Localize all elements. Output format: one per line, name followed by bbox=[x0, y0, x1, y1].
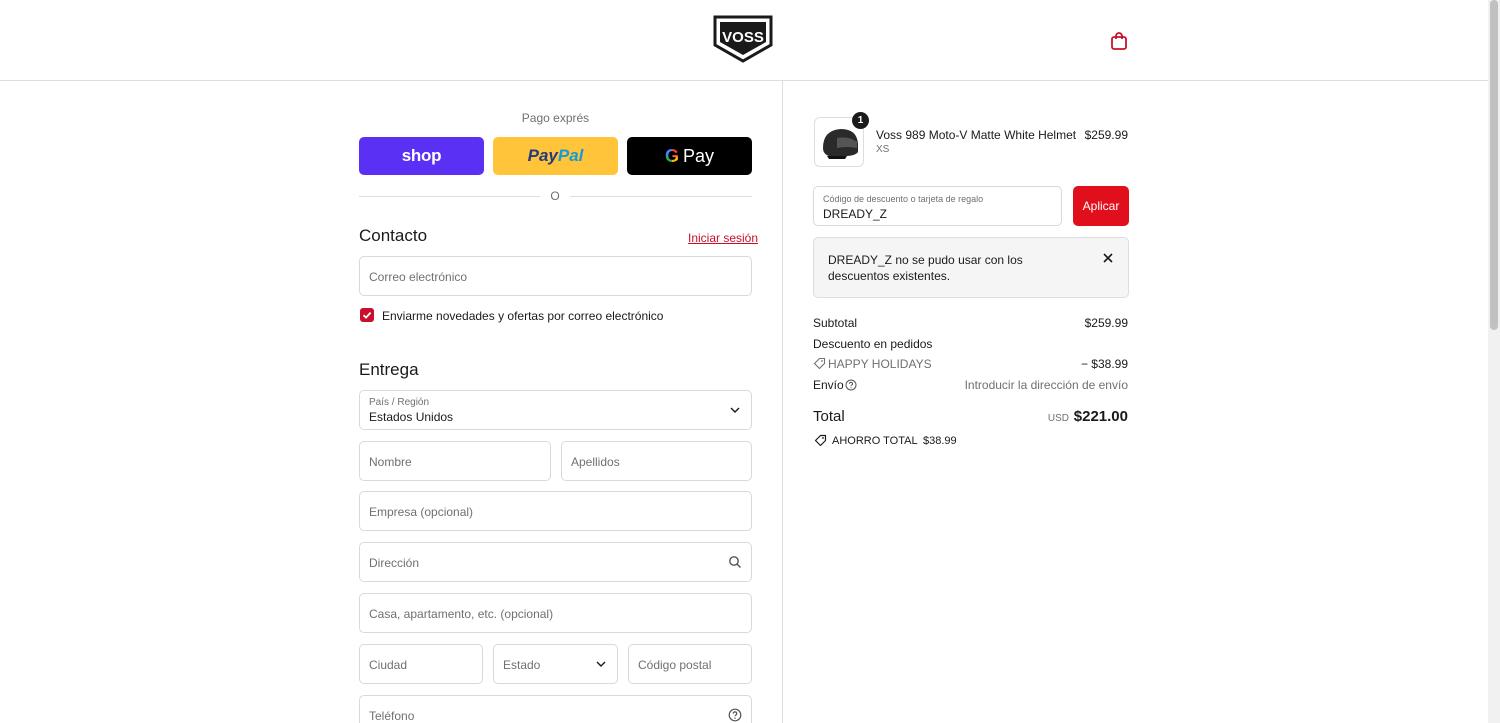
total-label: Total bbox=[813, 408, 845, 425]
country-select[interactable]: País / Región Estados Unidos bbox=[359, 390, 752, 430]
checkmark-icon bbox=[362, 311, 372, 319]
total-savings-label: AHORRO TOTAL bbox=[832, 435, 918, 447]
total-value: $221.00 bbox=[1073, 408, 1128, 425]
zip-field[interactable]: Código postal bbox=[628, 644, 752, 684]
email-placeholder: Correo electrónico bbox=[369, 270, 468, 284]
product-name: Voss 989 Moto-V Matte White Helmet bbox=[876, 128, 1077, 142]
scrollbar-thumb[interactable] bbox=[1490, 0, 1498, 330]
first-name-placeholder: Nombre bbox=[369, 455, 412, 469]
search-icon[interactable] bbox=[728, 555, 742, 569]
divider-or: O bbox=[550, 189, 560, 203]
voss-logo[interactable]: VOSS bbox=[713, 15, 773, 63]
express-checkout-title: Pago exprés bbox=[521, 111, 590, 125]
paypal-label-pay: Pay bbox=[527, 146, 558, 165]
google-g-icon: G bbox=[664, 145, 679, 166]
apply-button[interactable]: Aplicar bbox=[1073, 186, 1129, 226]
close-icon[interactable] bbox=[1102, 252, 1114, 264]
subtotal-value: $259.99 bbox=[1084, 316, 1128, 330]
total-currency: USD bbox=[1047, 413, 1069, 424]
subtotal-label: Subtotal bbox=[813, 316, 858, 330]
divider-left bbox=[359, 196, 540, 197]
discount-error-alert: DREADY_Z no se pudo usar con los descuen… bbox=[813, 237, 1129, 298]
discount-label: Código de descuento o tarjeta de regalo bbox=[823, 194, 984, 204]
last-name-placeholder: Apellidos bbox=[571, 455, 620, 469]
address-field[interactable]: Dirección bbox=[359, 542, 752, 582]
help-circle-icon[interactable] bbox=[728, 708, 742, 722]
company-field[interactable]: Empresa (opcional) bbox=[359, 491, 752, 531]
phone-placeholder: Teléfono bbox=[369, 709, 415, 723]
newsletter-checkbox[interactable] bbox=[360, 308, 374, 322]
chevron-down-icon bbox=[596, 661, 606, 667]
shipping-label: Envío bbox=[813, 378, 844, 392]
contact-title: Contacto bbox=[359, 226, 428, 245]
logo-text: VOSS bbox=[722, 29, 764, 46]
product-variant: XS bbox=[876, 144, 890, 155]
address-placeholder: Dirección bbox=[369, 556, 420, 570]
order-summary: 1 Voss 989 Moto-V Matte White Helmet XS … bbox=[782, 81, 1488, 723]
newsletter-label: Enviarme novedades y ofertas por correo … bbox=[382, 309, 664, 323]
total-savings-value: $38.99 bbox=[923, 435, 957, 447]
state-select[interactable]: Estado bbox=[493, 644, 618, 684]
paypal-label-pal: Pal bbox=[557, 146, 584, 165]
tag-icon bbox=[813, 357, 826, 370]
delivery-title: Entrega bbox=[359, 360, 419, 379]
header: VOSS bbox=[0, 0, 1488, 81]
shipping-value: Introducir la dirección de envío bbox=[964, 378, 1128, 392]
divider-right bbox=[570, 196, 752, 197]
shop-pay-label: shop bbox=[401, 146, 442, 165]
apartment-field[interactable]: Casa, apartamento, etc. (opcional) bbox=[359, 593, 752, 633]
google-pay-label: Pay bbox=[682, 145, 715, 166]
shopping-bag-icon[interactable] bbox=[1108, 30, 1130, 52]
shop-pay-button[interactable]: shop bbox=[359, 137, 484, 175]
page-scrollbar[interactable] bbox=[1488, 0, 1500, 723]
discount-code-name: HAPPY HOLIDAYS bbox=[828, 357, 932, 371]
alert-message: DREADY_Z no se pudo usar con los descuen… bbox=[828, 253, 1023, 283]
country-value: Estados Unidos bbox=[369, 410, 454, 424]
first-name-field[interactable]: Nombre bbox=[359, 441, 551, 481]
chevron-down-icon bbox=[730, 407, 740, 413]
paypal-button[interactable]: Pay Pal bbox=[493, 137, 618, 175]
zip-placeholder: Código postal bbox=[638, 658, 712, 672]
product-price: $259.99 bbox=[1084, 128, 1128, 142]
city-placeholder: Ciudad bbox=[369, 658, 408, 672]
last-name-field[interactable]: Apellidos bbox=[561, 441, 752, 481]
google-pay-button[interactable]: G Pay bbox=[627, 137, 752, 175]
quantity-badge: 1 bbox=[852, 112, 869, 129]
discount-value: DREADY_Z bbox=[823, 207, 888, 221]
help-circle-icon[interactable] bbox=[845, 379, 857, 391]
state-placeholder: Estado bbox=[503, 658, 541, 672]
email-field[interactable]: Correo electrónico bbox=[359, 256, 752, 296]
company-placeholder: Empresa (opcional) bbox=[369, 505, 474, 519]
apartment-placeholder: Casa, apartamento, etc. (opcional) bbox=[369, 607, 554, 621]
login-link[interactable]: Iniciar sesión bbox=[688, 231, 758, 245]
discount-amount: − $38.99 bbox=[1080, 357, 1128, 371]
discount-code-field[interactable]: Código de descuento o tarjeta de regalo … bbox=[813, 186, 1062, 226]
order-discount-label: Descuento en pedidos bbox=[813, 337, 933, 351]
phone-field[interactable]: Teléfono bbox=[359, 695, 752, 723]
city-field[interactable]: Ciudad bbox=[359, 644, 483, 684]
savings-tag-icon bbox=[814, 434, 827, 447]
checkout-form: Pago exprés shop Pay Pal G Pay O Contacto … bbox=[0, 81, 782, 723]
country-label: País / Región bbox=[369, 397, 430, 408]
